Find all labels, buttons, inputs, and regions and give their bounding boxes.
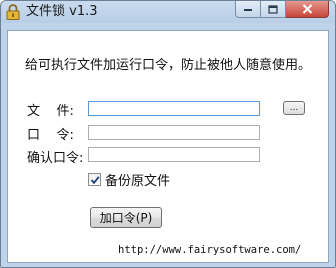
instruction-text: 给可执行文件加运行口令，防止被他人随意使用。 (24, 58, 311, 73)
password-input[interactable] (88, 125, 260, 140)
app-window: 文件锁 v1.3 给可执行文件加运行口令，防止被他人随意使用。 文 件: ...… (0, 0, 336, 268)
maximize-icon (268, 4, 278, 14)
minimize-icon (244, 9, 252, 11)
confirm-password-label: 确认口令: (27, 151, 84, 166)
caption-buttons (235, 1, 329, 19)
maximize-button[interactable] (261, 1, 286, 18)
window-title: 文件锁 v1.3 (26, 4, 98, 19)
minimize-button[interactable] (235, 1, 261, 18)
website-link[interactable]: http://www.fairysoftware.com/ (118, 244, 301, 256)
file-path-input[interactable] (88, 101, 260, 116)
close-icon (302, 4, 312, 14)
close-button[interactable] (286, 1, 329, 18)
title-bar[interactable]: 文件锁 v1.3 (1, 1, 335, 23)
backup-checkbox-label: 备份原文件 (105, 174, 171, 189)
file-label: 文 件: (27, 104, 74, 119)
backup-checkbox[interactable] (88, 173, 101, 186)
padlock-icon (6, 4, 20, 20)
password-label: 口 令: (27, 128, 74, 143)
backup-option[interactable]: 备份原文件 (88, 170, 170, 189)
confirm-password-input[interactable] (88, 147, 260, 162)
checkmark-icon (90, 175, 100, 184)
browse-button[interactable]: ... (283, 101, 305, 115)
dialog-body: 给可执行文件加运行口令，防止被他人随意使用。 文 件: ... 口 令: 确认口… (7, 30, 329, 263)
add-password-button[interactable]: 加口令(P) (90, 207, 162, 228)
